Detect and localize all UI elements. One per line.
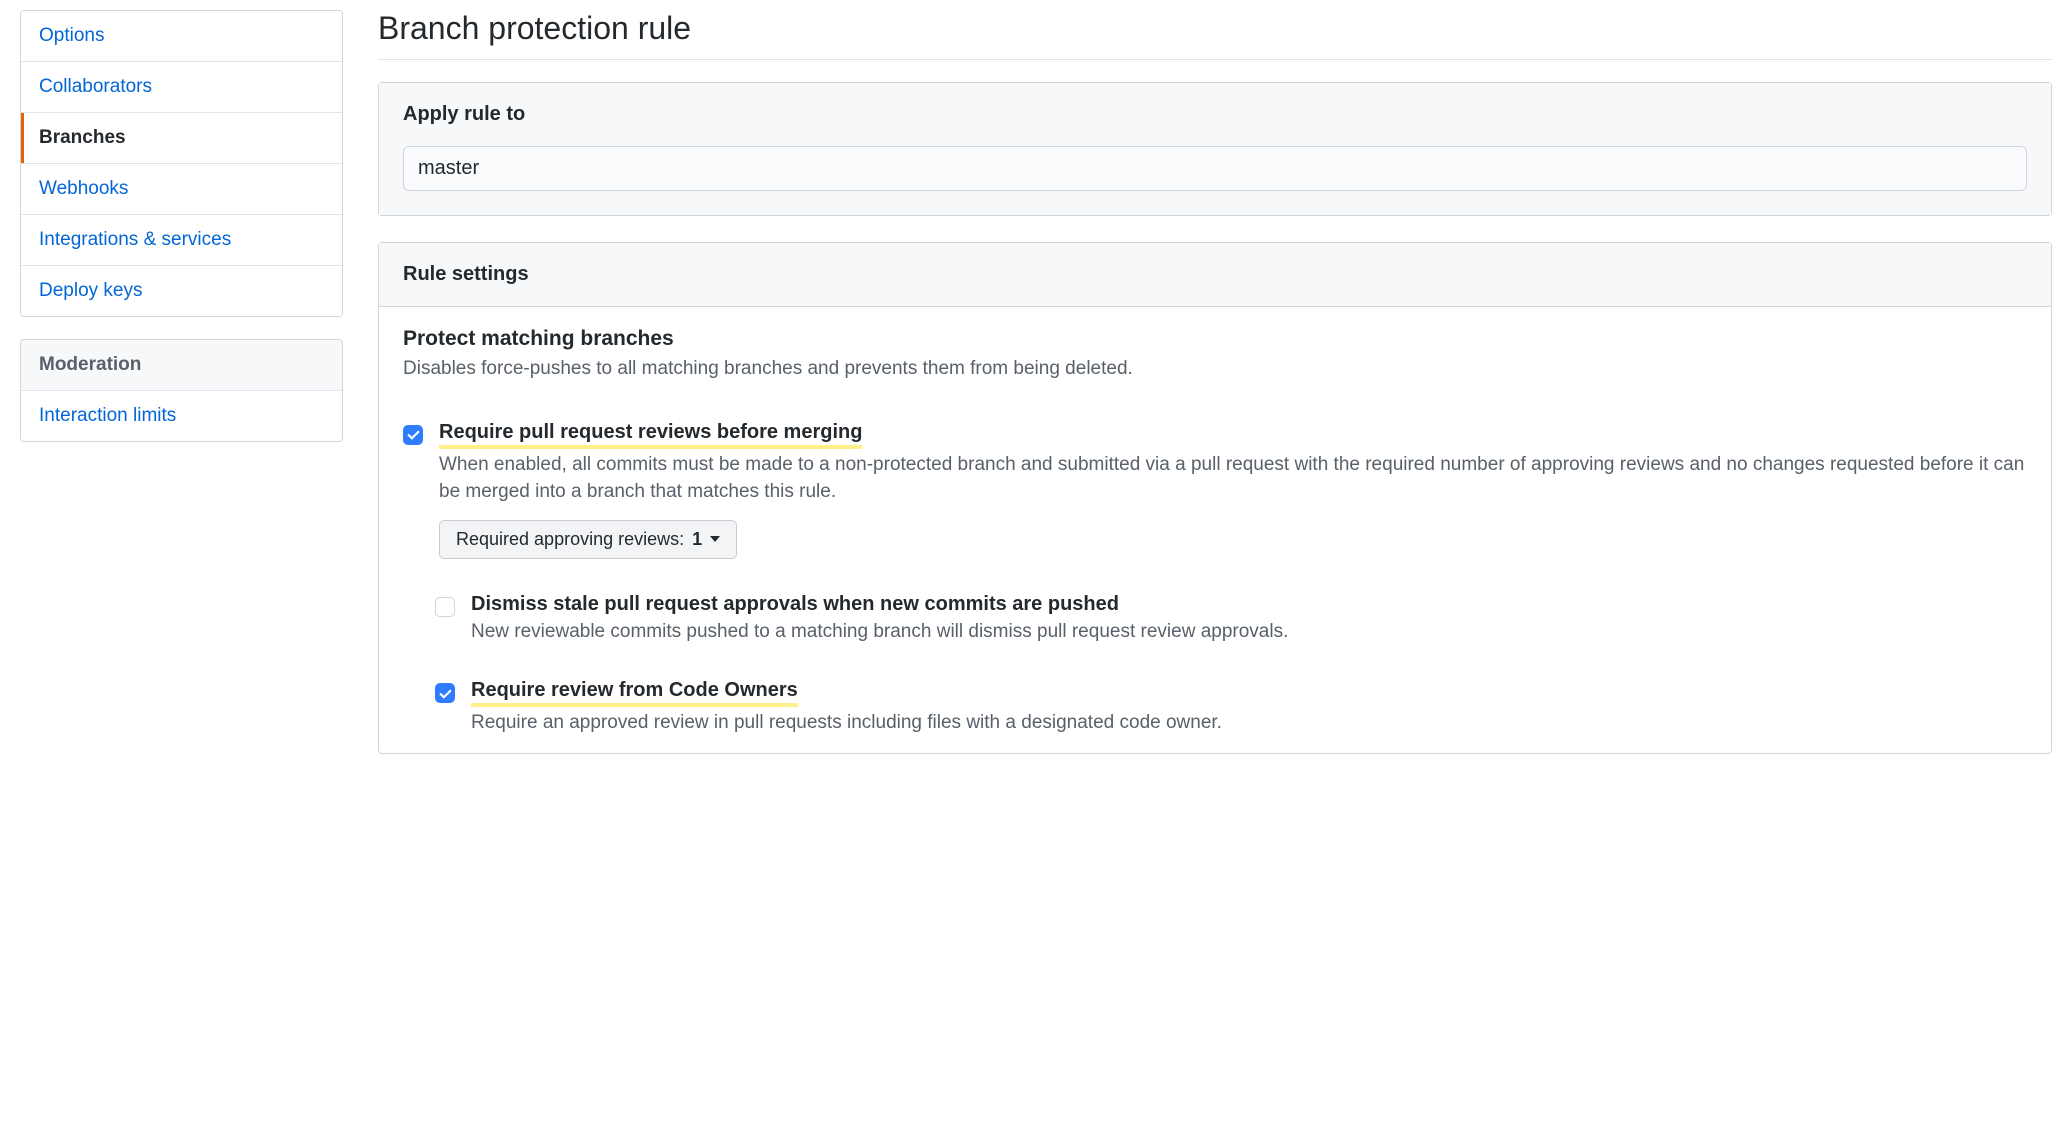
protect-matching-title: Protect matching branches xyxy=(403,327,2027,351)
sidebar-item-options[interactable]: Options xyxy=(21,11,342,62)
protect-matching-section: Protect matching branches Disables force… xyxy=(379,307,2051,389)
rule-require-reviews: Require pull request reviews before merg… xyxy=(379,417,2051,575)
require-reviews-checkbox[interactable] xyxy=(403,425,423,445)
code-owners-title: Require review from Code Owners xyxy=(471,679,798,707)
main-content: Branch protection rule Apply rule to Rul… xyxy=(378,10,2052,780)
rule-settings-box: Rule settings Protect matching branches … xyxy=(378,242,2052,754)
protect-matching-desc: Disables force-pushes to all matching br… xyxy=(403,355,2027,383)
sidebar-item-webhooks[interactable]: Webhooks xyxy=(21,164,342,215)
code-owners-checkbox[interactable] xyxy=(435,683,455,703)
sidebar-group-moderation: Moderation Interaction limits xyxy=(20,339,343,442)
sidebar-item-collaborators[interactable]: Collaborators xyxy=(21,62,342,113)
apply-rule-box: Apply rule to xyxy=(378,82,2052,216)
sidebar-item-deploy-keys[interactable]: Deploy keys xyxy=(21,266,342,316)
rule-code-owners: Require review from Code Owners Require … xyxy=(379,675,2051,753)
sidebar-item-interaction-limits[interactable]: Interaction limits xyxy=(21,391,342,441)
code-owners-desc: Require an approved review in pull reque… xyxy=(471,709,2027,737)
rule-settings-header: Rule settings xyxy=(379,243,2051,307)
rule-dismiss-stale: Dismiss stale pull request approvals whe… xyxy=(379,589,2051,662)
sidebar-header-moderation: Moderation xyxy=(21,340,342,391)
branch-pattern-input[interactable] xyxy=(403,146,2027,191)
required-approving-reviews-value: 1 xyxy=(692,529,702,550)
sidebar-item-branches[interactable]: Branches xyxy=(21,113,342,164)
caret-down-icon xyxy=(710,536,720,542)
required-approving-reviews-label: Required approving reviews: xyxy=(456,529,684,550)
dismiss-stale-checkbox[interactable] xyxy=(435,597,455,617)
required-approving-reviews-select[interactable]: Required approving reviews: 1 xyxy=(439,520,737,559)
require-reviews-desc: When enabled, all commits must be made t… xyxy=(439,451,2027,506)
check-icon xyxy=(407,428,420,441)
dismiss-stale-title: Dismiss stale pull request approvals whe… xyxy=(471,593,1119,616)
apply-rule-header: Apply rule to xyxy=(379,83,2051,146)
sidebar-item-integrations[interactable]: Integrations & services xyxy=(21,215,342,266)
require-reviews-title: Require pull request reviews before merg… xyxy=(439,421,862,449)
check-icon xyxy=(439,687,452,700)
page-title: Branch protection rule xyxy=(378,10,2052,60)
dismiss-stale-desc: New reviewable commits pushed to a match… xyxy=(471,618,2027,646)
sidebar-group-main: Options Collaborators Branches Webhooks … xyxy=(20,10,343,317)
settings-sidebar: Options Collaborators Branches Webhooks … xyxy=(20,10,343,464)
